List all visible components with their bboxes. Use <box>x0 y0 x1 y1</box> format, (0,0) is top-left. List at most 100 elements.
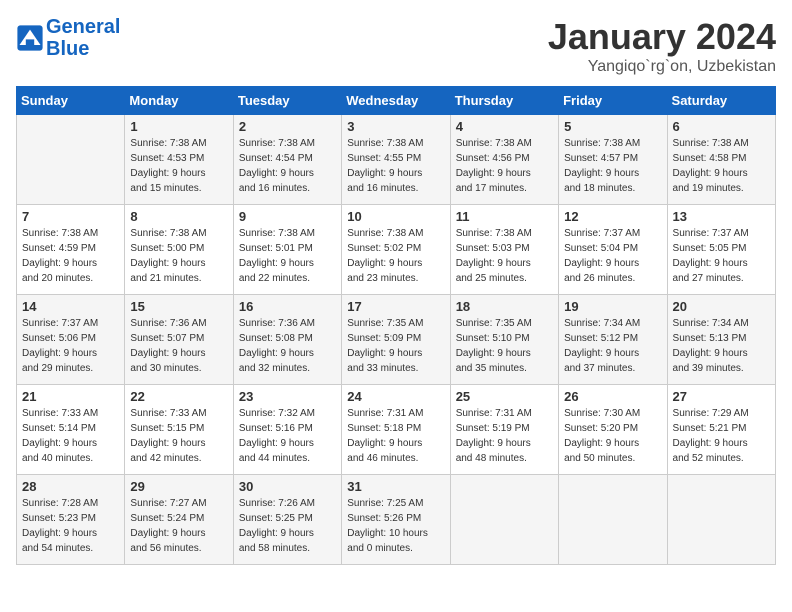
calendar-cell: 31 Sunrise: 7:25 AMSunset: 5:26 PMDayligh… <box>342 475 450 565</box>
page-header: General Blue January 2024 Yangiqo`rg`on,… <box>16 16 776 76</box>
day-info: Sunrise: 7:37 AMSunset: 5:05 PMDaylight:… <box>673 226 770 286</box>
day-number: 4 <box>456 119 553 134</box>
day-info: Sunrise: 7:38 AMSunset: 4:56 PMDaylight:… <box>456 136 553 196</box>
header-wednesday: Wednesday <box>342 87 450 115</box>
day-info: Sunrise: 7:38 AMSunset: 4:57 PMDaylight:… <box>564 136 661 196</box>
day-number: 21 <box>22 389 119 404</box>
month-title: January 2024 <box>548 16 776 58</box>
day-info: Sunrise: 7:26 AMSunset: 5:25 PMDaylight:… <box>239 496 336 556</box>
day-info: Sunrise: 7:27 AMSunset: 5:24 PMDaylight:… <box>130 496 227 556</box>
header-saturday: Saturday <box>667 87 775 115</box>
calendar-cell: 29 Sunrise: 7:27 AMSunset: 5:24 PMDayligh… <box>125 475 233 565</box>
calendar-cell <box>450 475 558 565</box>
header-tuesday: Tuesday <box>233 87 341 115</box>
calendar-week-row: 14Sunrise: 7:37 AMSunset: 5:06 PMDayligh… <box>17 295 776 385</box>
day-number: 22 <box>130 389 227 404</box>
day-number: 1 <box>130 119 227 134</box>
day-number: 5 <box>564 119 661 134</box>
location-title: Yangiqo`rg`on, Uzbekistan <box>548 58 776 76</box>
header-friday: Friday <box>559 87 667 115</box>
day-info: Sunrise: 7:34 AMSunset: 5:13 PMDaylight:… <box>673 316 770 376</box>
day-number: 17 <box>347 299 444 314</box>
title-block: January 2024 Yangiqo`rg`on, Uzbekistan <box>548 16 776 76</box>
day-number: 27 <box>673 389 770 404</box>
day-number: 6 <box>673 119 770 134</box>
day-number: 7 <box>22 209 119 224</box>
calendar-cell: 5 Sunrise: 7:38 AMSunset: 4:57 PMDaylight… <box>559 115 667 205</box>
day-number: 24 <box>347 389 444 404</box>
header-monday: Monday <box>125 87 233 115</box>
calendar-cell: 21 Sunrise: 7:33 AMSunset: 5:14 PMDayligh… <box>17 385 125 475</box>
calendar-cell: 24Sunrise: 7:31 AMSunset: 5:18 PMDayligh… <box>342 385 450 475</box>
day-number: 12 <box>564 209 661 224</box>
day-number: 25 <box>456 389 553 404</box>
day-number: 19 <box>564 299 661 314</box>
day-number: 13 <box>673 209 770 224</box>
day-info: Sunrise: 7:30 AMSunset: 5:20 PMDaylight:… <box>564 406 661 466</box>
day-number: 30 <box>239 479 336 494</box>
day-info: Sunrise: 7:31 AMSunset: 5:19 PMDaylight:… <box>456 406 553 466</box>
calendar-cell: 16Sunrise: 7:36 AMSunset: 5:08 PMDayligh… <box>233 295 341 385</box>
day-info: Sunrise: 7:36 AMSunset: 5:07 PMDaylight:… <box>130 316 227 376</box>
calendar-cell: 15 Sunrise: 7:36 AMSunset: 5:07 PMDayligh… <box>125 295 233 385</box>
calendar-week-row: 7 Sunrise: 7:38 AMSunset: 4:59 PMDaylight… <box>17 205 776 295</box>
day-info: Sunrise: 7:36 AMSunset: 5:08 PMDaylight:… <box>239 316 336 376</box>
day-info: Sunrise: 7:28 AMSunset: 5:23 PMDaylight:… <box>22 496 119 556</box>
logo-text: General Blue <box>46 16 120 60</box>
day-number: 14 <box>22 299 119 314</box>
day-info: Sunrise: 7:29 AMSunset: 5:21 PMDaylight:… <box>673 406 770 466</box>
calendar-cell: 2 Sunrise: 7:38 AMSunset: 4:54 PMDaylight… <box>233 115 341 205</box>
day-number: 8 <box>130 209 227 224</box>
calendar-week-row: 21 Sunrise: 7:33 AMSunset: 5:14 PMDayligh… <box>17 385 776 475</box>
calendar-cell: 9Sunrise: 7:38 AMSunset: 5:01 PMDaylight… <box>233 205 341 295</box>
calendar-cell: 30 Sunrise: 7:26 AMSunset: 5:25 PMDayligh… <box>233 475 341 565</box>
day-info: Sunrise: 7:25 AMSunset: 5:26 PMDaylight:… <box>347 496 444 556</box>
day-info: Sunrise: 7:35 AMSunset: 5:10 PMDaylight:… <box>456 316 553 376</box>
calendar-cell <box>17 115 125 205</box>
calendar-cell: 13 Sunrise: 7:37 AMSunset: 5:05 PMDayligh… <box>667 205 775 295</box>
calendar-cell: 8 Sunrise: 7:38 AMSunset: 5:00 PMDaylight… <box>125 205 233 295</box>
day-number: 31 <box>347 479 444 494</box>
logo: General Blue <box>16 16 120 60</box>
day-info: Sunrise: 7:38 AMSunset: 4:53 PMDaylight:… <box>130 136 227 196</box>
day-number: 2 <box>239 119 336 134</box>
calendar-cell: 6 Sunrise: 7:38 AMSunset: 4:58 PMDaylight… <box>667 115 775 205</box>
header-thursday: Thursday <box>450 87 558 115</box>
day-info: Sunrise: 7:38 AMSunset: 5:00 PMDaylight:… <box>130 226 227 286</box>
calendar-cell: 1 Sunrise: 7:38 AMSunset: 4:53 PMDaylight… <box>125 115 233 205</box>
calendar-cell: 26 Sunrise: 7:30 AMSunset: 5:20 PMDayligh… <box>559 385 667 475</box>
calendar-cell: 22 Sunrise: 7:33 AMSunset: 5:15 PMDayligh… <box>125 385 233 475</box>
calendar-cell: 17 Sunrise: 7:35 AMSunset: 5:09 PMDayligh… <box>342 295 450 385</box>
day-info: Sunrise: 7:38 AMSunset: 5:03 PMDaylight:… <box>456 226 553 286</box>
calendar-cell: 28 Sunrise: 7:28 AMSunset: 5:23 PMDayligh… <box>17 475 125 565</box>
calendar-week-row: 28 Sunrise: 7:28 AMSunset: 5:23 PMDayligh… <box>17 475 776 565</box>
day-info: Sunrise: 7:33 AMSunset: 5:14 PMDaylight:… <box>22 406 119 466</box>
calendar-header-row: SundayMondayTuesdayWednesdayThursdayFrid… <box>17 87 776 115</box>
day-number: 29 <box>130 479 227 494</box>
calendar-cell: 4 Sunrise: 7:38 AMSunset: 4:56 PMDaylight… <box>450 115 558 205</box>
calendar-table: SundayMondayTuesdayWednesdayThursdayFrid… <box>16 86 776 565</box>
day-info: Sunrise: 7:35 AMSunset: 5:09 PMDaylight:… <box>347 316 444 376</box>
day-info: Sunrise: 7:38 AMSunset: 4:54 PMDaylight:… <box>239 136 336 196</box>
day-number: 15 <box>130 299 227 314</box>
day-number: 11 <box>456 209 553 224</box>
logo-line1: General <box>46 16 120 38</box>
day-info: Sunrise: 7:32 AMSunset: 5:16 PMDaylight:… <box>239 406 336 466</box>
calendar-cell: 11 Sunrise: 7:38 AMSunset: 5:03 PMDayligh… <box>450 205 558 295</box>
day-info: Sunrise: 7:38 AMSunset: 5:01 PMDaylight:… <box>239 226 336 286</box>
calendar-cell: 23 Sunrise: 7:32 AMSunset: 5:16 PMDayligh… <box>233 385 341 475</box>
calendar-cell: 27 Sunrise: 7:29 AMSunset: 5:21 PMDayligh… <box>667 385 775 475</box>
day-info: Sunrise: 7:38 AMSunset: 4:59 PMDaylight:… <box>22 226 119 286</box>
day-info: Sunrise: 7:38 AMSunset: 4:58 PMDaylight:… <box>673 136 770 196</box>
day-number: 28 <box>22 479 119 494</box>
day-number: 26 <box>564 389 661 404</box>
calendar-cell: 10Sunrise: 7:38 AMSunset: 5:02 PMDayligh… <box>342 205 450 295</box>
logo-line2: Blue <box>46 38 89 60</box>
day-number: 18 <box>456 299 553 314</box>
day-info: Sunrise: 7:33 AMSunset: 5:15 PMDaylight:… <box>130 406 227 466</box>
calendar-cell: 20Sunrise: 7:34 AMSunset: 5:13 PMDayligh… <box>667 295 775 385</box>
day-number: 23 <box>239 389 336 404</box>
calendar-week-row: 1 Sunrise: 7:38 AMSunset: 4:53 PMDaylight… <box>17 115 776 205</box>
logo-icon <box>16 24 44 52</box>
day-info: Sunrise: 7:37 AMSunset: 5:04 PMDaylight:… <box>564 226 661 286</box>
